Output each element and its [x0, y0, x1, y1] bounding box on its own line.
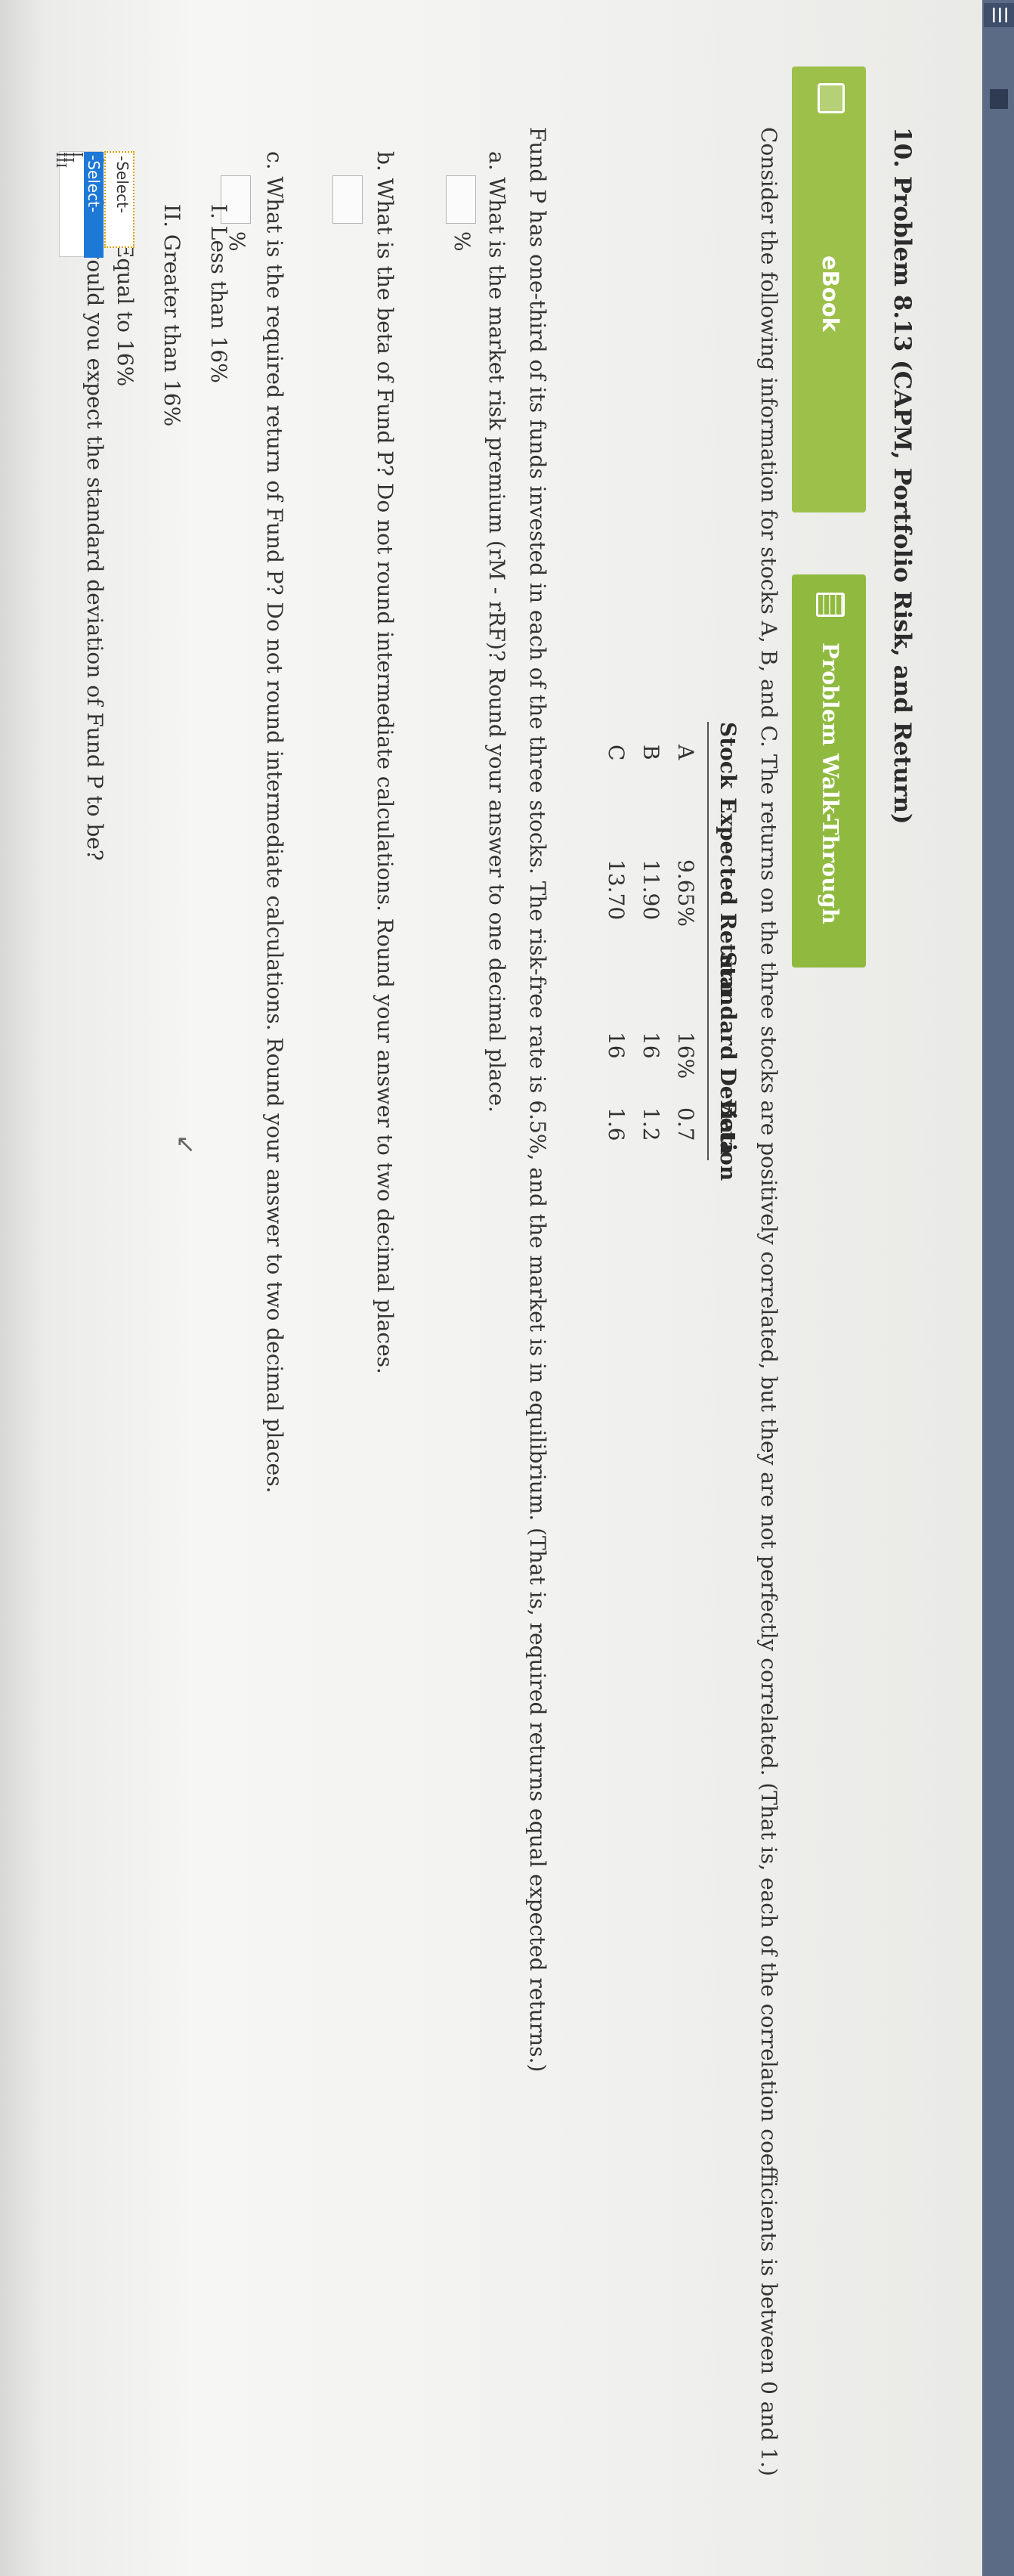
table-header-beta: Beta: [716, 1100, 740, 1155]
problem-page: 10. Problem 8.13 (CAPM, Portfolio Risk, …: [32, 0, 1014, 2576]
table-cell-expected-return: 11.90: [638, 859, 663, 921]
table-cell-std-dev: 16: [638, 1032, 663, 1059]
select-wrapper: -Select-: [104, 151, 150, 257]
table-cell-expected-return: 9.65%: [673, 859, 698, 927]
walk-through-button-label: Problem Walk-Through: [818, 642, 843, 924]
select-option[interactable]: I: [70, 152, 85, 182]
table-header-divider: [707, 722, 709, 1160]
problem-walk-through-button[interactable]: Problem Walk-Through: [792, 574, 866, 968]
select-dropdown[interactable]: -Select-: [104, 151, 134, 248]
answer-c-unit: %: [224, 231, 249, 252]
table-cell-stock: C: [604, 745, 629, 761]
ebook-button[interactable]: eBook: [792, 67, 866, 512]
table-cell-beta: 1.6: [604, 1107, 629, 1141]
ebook-button-label: eBook: [818, 255, 843, 332]
table-cell-std-dev: 16: [604, 1032, 629, 1059]
question-b: b. What is the beta of Fund P? Do not ro…: [373, 151, 397, 1374]
answer-c-input[interactable]: [221, 175, 251, 224]
select-options-list: -Select- I II III: [53, 151, 104, 258]
table-cell-beta: 1.2: [638, 1107, 663, 1141]
problem-title: 10. Problem 8.13 (CAPM, Portfolio Risk, …: [889, 127, 916, 825]
document-icon: [816, 593, 845, 617]
question-a: a. What is the market risk premium (rM -…: [484, 151, 509, 1113]
table-cell-stock: B: [638, 745, 663, 760]
select-option[interactable]: III: [53, 152, 69, 182]
screenshot-stage: ☰ 10. Problem 8.13 (CAPM, Portfolio Risk…: [0, 0, 1014, 2576]
table-cell-expected-return: 13.70: [604, 859, 629, 921]
fund-description: Fund P has one-third of its funds invest…: [525, 127, 550, 2073]
table-cell-beta: 0.7: [673, 1107, 698, 1141]
select-current-value: -Select-: [113, 156, 131, 214]
answer-a-unit: %: [450, 231, 475, 252]
answer-a-input[interactable]: [446, 175, 476, 224]
table-cell-std-dev: 16%: [673, 1032, 698, 1079]
table-header-stock: Stock: [716, 722, 740, 789]
table-cell-stock: A: [673, 745, 698, 760]
question-c: c. What is the required return of Fund P…: [262, 151, 287, 1494]
select-option[interactable]: -Select-: [84, 152, 104, 258]
book-icon: [818, 83, 845, 113]
intro-text: Consider the following information for s…: [756, 127, 781, 2476]
answer-b-input[interactable]: [332, 175, 363, 224]
